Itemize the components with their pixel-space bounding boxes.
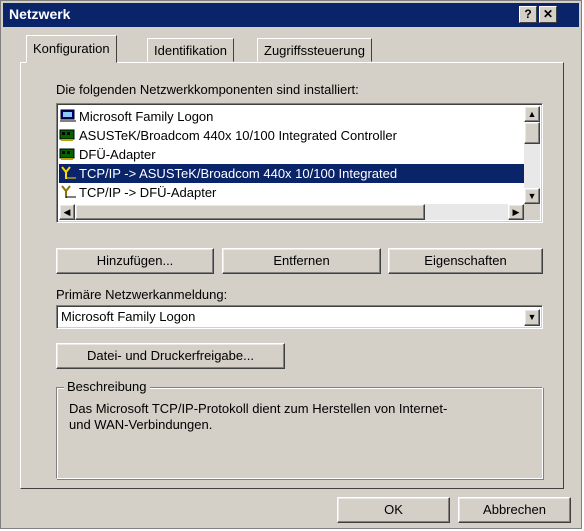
remove-button[interactable]: Entfernen <box>222 248 381 274</box>
tab-identifikation[interactable]: Identifikation <box>147 38 234 62</box>
title-bar[interactable]: Netzwerk ? ✕ <box>3 3 579 27</box>
tab-konfiguration[interactable]: Konfiguration <box>26 35 117 63</box>
primary-logon-value: Microsoft Family Logon <box>61 309 196 324</box>
horizontal-scroll-thumb[interactable] <box>75 204 425 220</box>
description-text: Das Microsoft TCP/IP-Protokoll dient zum… <box>69 401 448 432</box>
vertical-scrollbar[interactable]: ▲ ▼ <box>524 106 540 204</box>
add-button[interactable]: Hinzufügen... <box>56 248 214 274</box>
network-card-icon <box>59 147 77 161</box>
ok-button[interactable]: OK <box>337 497 450 523</box>
close-button[interactable]: ✕ <box>539 6 557 23</box>
file-print-sharing-button[interactable]: Datei- und Druckerfreigabe... <box>56 343 285 369</box>
horizontal-scrollbar[interactable]: ◀ ▶ <box>59 204 524 220</box>
components-heading: Die folgenden Netzwerkkomponenten sind i… <box>56 82 359 97</box>
scroll-down-button[interactable]: ▼ <box>524 188 540 204</box>
scroll-right-button[interactable]: ▶ <box>508 204 524 220</box>
chevron-down-icon[interactable]: ▼ <box>524 309 540 326</box>
cancel-button[interactable]: Abbrechen <box>458 497 571 523</box>
vertical-scroll-thumb[interactable] <box>524 122 540 144</box>
primary-logon-label: Primäre Netzwerkanmeldung: <box>56 287 228 302</box>
components-listbox[interactable]: Microsoft Family Logon ASUSTeK/Broadcom … <box>56 103 543 223</box>
properties-button[interactable]: Eigenschaften <box>388 248 543 274</box>
scroll-up-button[interactable]: ▲ <box>524 106 540 122</box>
protocol-icon <box>59 166 77 180</box>
network-dialog: Netzwerk ? ✕ Konfiguration Identifikatio… <box>0 0 582 529</box>
list-item-selected[interactable]: TCP/IP -> ASUSTeK/Broadcom 440x 10/100 I… <box>59 164 525 183</box>
list-item[interactable]: Microsoft Family Logon <box>59 107 525 126</box>
window-title: Netzwerk <box>9 6 71 22</box>
list-item[interactable]: DFÜ-Adapter <box>59 145 525 164</box>
scroll-left-button[interactable]: ◀ <box>59 204 75 220</box>
computer-icon <box>59 109 77 123</box>
description-label: Beschreibung <box>64 379 150 394</box>
protocol-icon <box>59 185 77 199</box>
scrollbar-corner <box>524 204 540 220</box>
primary-logon-select[interactable]: Microsoft Family Logon ▼ <box>56 305 543 329</box>
network-card-icon <box>59 128 77 142</box>
list-item[interactable]: TCP/IP -> DFÜ-Adapter <box>59 183 525 202</box>
list-item[interactable]: ASUSTeK/Broadcom 440x 10/100 Integrated … <box>59 126 525 145</box>
help-button[interactable]: ? <box>519 6 537 23</box>
tab-zugriffssteuerung[interactable]: Zugriffssteuerung <box>257 38 372 62</box>
